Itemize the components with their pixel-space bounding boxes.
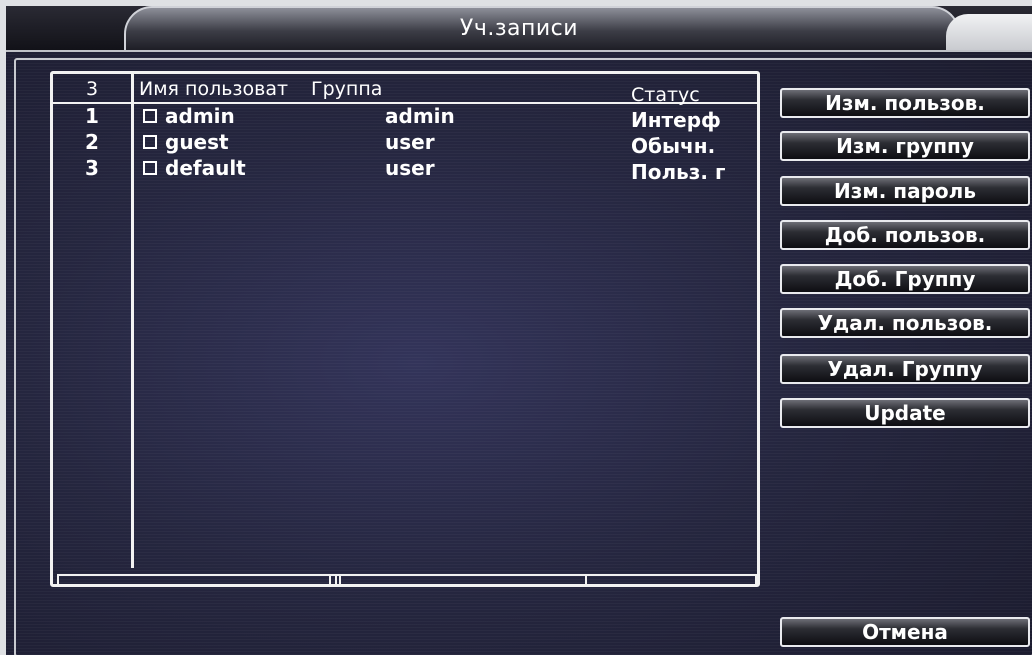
row-group: admin	[385, 104, 455, 128]
delete-group-button[interactable]: Удал. Группу	[780, 354, 1030, 384]
header-group[interactable]: Группа	[311, 78, 501, 102]
scrollbar-divider	[585, 576, 587, 584]
row-checkbox[interactable]	[143, 135, 157, 149]
row-group: user	[385, 156, 435, 180]
header-username[interactable]: Имя пользоват	[139, 78, 311, 102]
title-bar: Уч.записи	[6, 6, 1032, 52]
add-user-button[interactable]: Доб. пользов.	[780, 220, 1030, 250]
row-number: 1	[85, 104, 99, 128]
horizontal-scrollbar[interactable]	[57, 574, 757, 586]
window-title: Уч.записи	[459, 16, 579, 41]
row-number: 3	[85, 156, 99, 180]
header-count: 3	[85, 78, 99, 100]
user-table[interactable]: 3 Имя пользоват Группа Статус 1 admin ad…	[50, 71, 760, 587]
edit-user-button[interactable]: Изм. пользов.	[780, 88, 1030, 118]
user-accounts-screen: Уч.записи 3 Имя пользоват Группа Статус …	[0, 0, 1032, 655]
table-header: 3 Имя пользоват Группа Статус	[53, 74, 757, 106]
row-username: admin	[165, 104, 235, 128]
table-row[interactable]: 1 admin admin Интерф	[53, 104, 757, 132]
table-row[interactable]: 2 guest user Обычн.	[53, 130, 757, 158]
table-row[interactable]: 3 default user Польз. г	[53, 156, 757, 184]
edit-group-button[interactable]: Изм. группу	[780, 131, 1030, 161]
edit-password-button[interactable]: Изм. пароль	[780, 176, 1030, 206]
row-username: default	[165, 156, 246, 180]
row-status: Польз. г	[631, 160, 726, 184]
cancel-button[interactable]: Отмена	[780, 617, 1030, 647]
row-number: 2	[85, 130, 99, 154]
scrollbar-thumb[interactable]	[335, 576, 341, 584]
row-username: guest	[165, 130, 229, 154]
delete-user-button[interactable]: Удал. пользов.	[780, 308, 1030, 338]
add-group-button[interactable]: Доб. Группу	[780, 264, 1030, 294]
dialog-panel: Уч.записи 3 Имя пользоват Группа Статус …	[6, 6, 1032, 655]
update-button[interactable]: Update	[780, 398, 1030, 428]
scrollbar-divider	[329, 576, 331, 584]
row-checkbox[interactable]	[143, 161, 157, 175]
row-group: user	[385, 130, 435, 154]
row-checkbox[interactable]	[143, 109, 157, 123]
